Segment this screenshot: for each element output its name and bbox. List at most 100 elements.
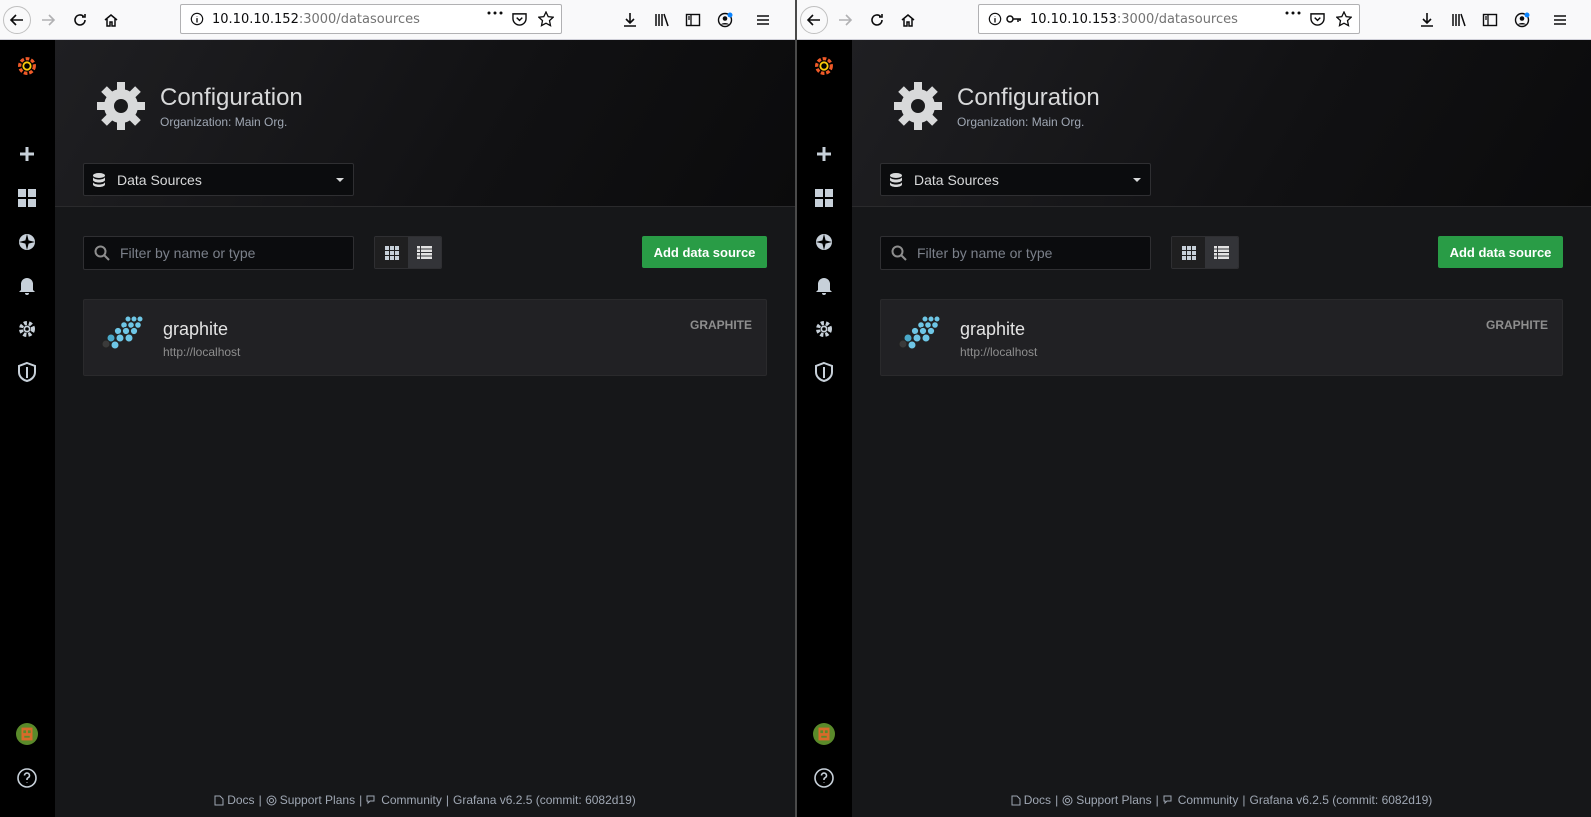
create-plus-icon[interactable] xyxy=(810,140,838,168)
sidebar-toggle-button[interactable] xyxy=(1476,6,1504,34)
footer-docs-link[interactable]: Docs xyxy=(214,793,255,807)
explore-compass-icon[interactable] xyxy=(810,228,838,256)
footer-docs-link[interactable]: Docs xyxy=(1011,793,1051,807)
chevron-down-icon xyxy=(336,178,344,182)
datasource-name: graphite xyxy=(960,319,1026,339)
view-mode-toggle xyxy=(374,236,442,269)
page-subtitle: Organization: Main Org. xyxy=(957,115,1085,129)
comments-icon xyxy=(366,795,375,805)
reload-button[interactable] xyxy=(863,6,891,34)
footer-community-link[interactable]: Community xyxy=(1163,793,1238,807)
downloads-button[interactable] xyxy=(1413,6,1441,34)
list-view-button[interactable] xyxy=(1205,237,1238,268)
url-bar[interactable]: 10.10.10.152:3000/datasources xyxy=(180,4,562,34)
alerting-bell-icon[interactable] xyxy=(810,271,838,299)
footer-support-label: Support Plans xyxy=(1076,793,1152,807)
account-button[interactable] xyxy=(711,6,739,34)
filter-input[interactable]: Filter by name or type xyxy=(83,236,354,270)
grid-view-button[interactable] xyxy=(375,237,408,268)
reload-button[interactable] xyxy=(66,6,94,34)
configuration-header-gear-icon xyxy=(97,82,145,130)
home-button[interactable] xyxy=(894,6,922,34)
library-button[interactable] xyxy=(1445,6,1473,34)
browser-window-left: 10.10.10.152:3000/datasources Configura… xyxy=(0,0,795,817)
back-arrow-icon xyxy=(806,14,820,26)
user-avatar[interactable] xyxy=(810,720,838,748)
sidebar-toggle-button[interactable] xyxy=(679,6,707,34)
footer-support-link[interactable]: Support Plans xyxy=(1062,793,1152,807)
pocket-icon[interactable] xyxy=(512,12,527,26)
database-icon xyxy=(890,172,902,187)
bookmark-star-icon[interactable] xyxy=(1336,11,1352,27)
create-plus-icon[interactable] xyxy=(13,140,41,168)
back-button[interactable] xyxy=(800,6,828,34)
graphite-logo-icon xyxy=(898,315,941,350)
footer-community-link[interactable]: Community xyxy=(366,793,442,807)
account-icon xyxy=(1514,12,1530,28)
footer-version: Grafana v6.2.5 (commit: 6082d19) xyxy=(1249,793,1433,807)
hamburger-icon xyxy=(757,15,769,25)
page-actions-icon[interactable] xyxy=(487,11,503,15)
home-icon xyxy=(104,14,118,27)
main-content: Configuration Organization: Main Org. Da… xyxy=(852,40,1591,817)
user-avatar[interactable] xyxy=(13,720,41,748)
add-data-source-button[interactable]: Add data source xyxy=(1438,236,1563,268)
explore-compass-icon[interactable] xyxy=(13,228,41,256)
dashboards-icon[interactable] xyxy=(810,184,838,212)
sidebar-icon xyxy=(1482,13,1498,27)
grafana-logo-icon[interactable] xyxy=(810,52,838,80)
configuration-gear-icon[interactable] xyxy=(810,315,838,343)
menu-button[interactable] xyxy=(749,6,777,34)
help-icon[interactable] xyxy=(810,764,838,792)
downloads-button[interactable] xyxy=(616,6,644,34)
section-dropdown-label: Data Sources xyxy=(914,171,999,188)
datasource-type: GRAPHITE xyxy=(1485,318,1548,332)
configuration-gear-icon[interactable] xyxy=(13,315,41,343)
server-admin-shield-icon[interactable] xyxy=(810,358,838,386)
page-title: Configuration xyxy=(160,84,303,111)
graphite-logo-icon xyxy=(101,315,144,350)
sidebar-icon xyxy=(685,13,701,27)
add-data-source-button[interactable]: Add data source xyxy=(642,236,767,268)
url-host: 10.10.10.153 xyxy=(1030,11,1117,27)
alerting-bell-icon[interactable] xyxy=(13,271,41,299)
list-view-button[interactable] xyxy=(408,237,441,268)
section-dropdown-label: Data Sources xyxy=(117,171,202,188)
forward-arrow-icon xyxy=(839,14,853,26)
footer-support-link[interactable]: Support Plans xyxy=(266,793,355,807)
back-button[interactable] xyxy=(3,6,31,34)
section-dropdown[interactable]: Data Sources xyxy=(83,163,354,196)
browser-window-right: 10.10.10.153:3000/datasources Configura… xyxy=(795,0,1591,817)
grafana-logo-icon[interactable] xyxy=(13,52,41,80)
datasource-card[interactable]: graphite http://localhost GRAPHITE xyxy=(880,299,1563,376)
browser-toolbar: 10.10.10.153:3000/datasources xyxy=(797,0,1591,40)
back-arrow-icon xyxy=(9,14,23,26)
page-actions-icon[interactable] xyxy=(1285,11,1301,15)
menu-button[interactable] xyxy=(1546,6,1574,34)
url-host: 10.10.10.152 xyxy=(212,11,299,27)
configuration-header-gear-icon xyxy=(894,82,942,130)
url-bar[interactable]: 10.10.10.153:3000/datasources xyxy=(978,4,1360,34)
filter-input[interactable]: Filter by name or type xyxy=(880,236,1151,270)
datasource-card[interactable]: graphite http://localhost GRAPHITE xyxy=(83,299,767,376)
info-icon xyxy=(190,12,204,26)
section-dropdown[interactable]: Data Sources xyxy=(880,163,1151,196)
server-admin-shield-icon[interactable] xyxy=(13,358,41,386)
library-icon xyxy=(1452,13,1466,27)
help-icon[interactable] xyxy=(13,764,41,792)
reload-icon xyxy=(871,14,883,26)
library-button[interactable] xyxy=(648,6,676,34)
home-button[interactable] xyxy=(97,6,125,34)
forward-button[interactable] xyxy=(34,6,62,34)
account-button[interactable] xyxy=(1508,6,1536,34)
pocket-icon[interactable] xyxy=(1310,12,1325,26)
dashboards-icon[interactable] xyxy=(13,184,41,212)
footer: Docs | Support Plans | Community | Grafa… xyxy=(55,793,795,807)
forward-button[interactable] xyxy=(831,6,859,34)
footer-docs-label: Docs xyxy=(1023,793,1052,807)
bookmark-star-icon[interactable] xyxy=(538,11,554,27)
comments-icon xyxy=(1163,795,1172,805)
main-content: Configuration Organization: Main Org. Da… xyxy=(55,40,795,817)
grid-view-button[interactable] xyxy=(1172,237,1205,268)
grafana-app: Configuration Organization: Main Org. Da… xyxy=(797,40,1591,817)
